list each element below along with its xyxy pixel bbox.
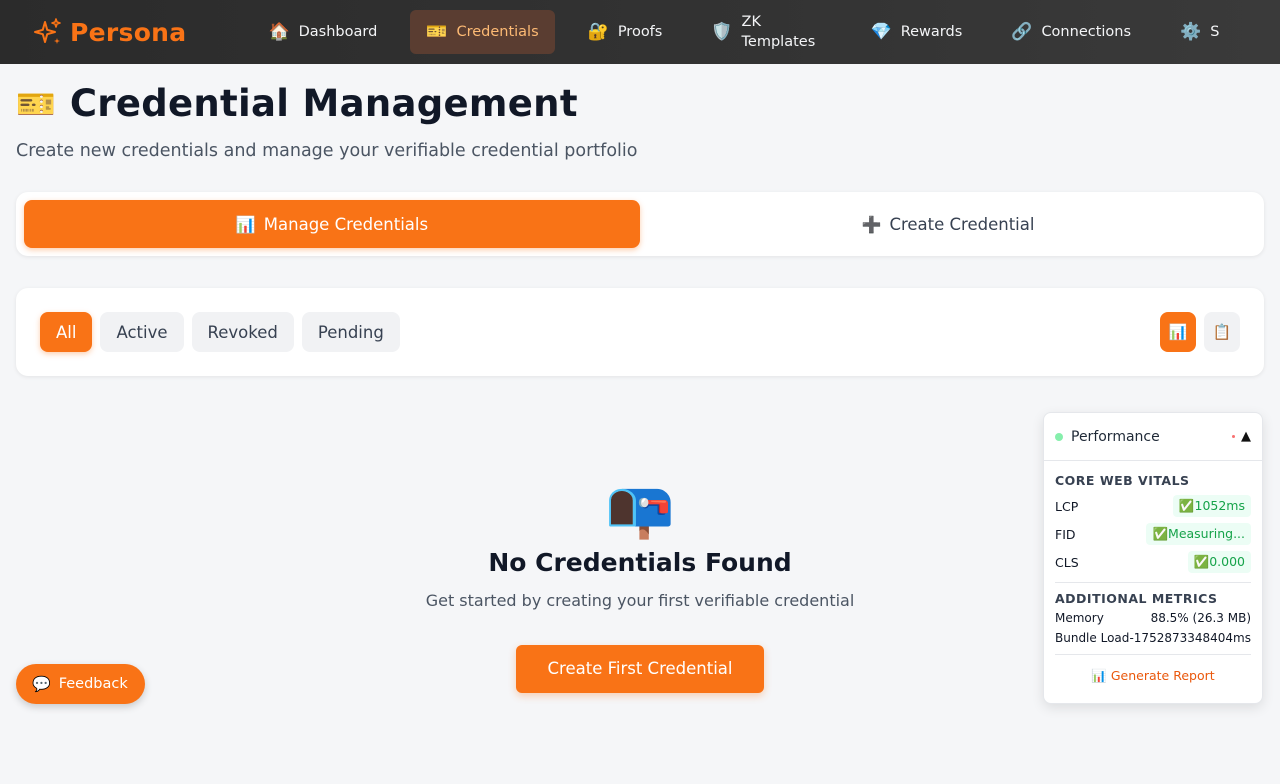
vital-label: FID [1055,526,1076,542]
home-icon: 🏠 [268,22,290,42]
tab-bar: 📊 Manage Credentials ➕ Create Credential [16,192,1264,256]
empty-state-title: No Credentials Found [488,548,792,577]
vital-label: LCP [1055,498,1079,514]
nav-zk-templates[interactable]: 🛡️ ZK Templates [695,10,837,54]
metric-label: Bundle Load [1055,631,1130,645]
divider [1055,654,1251,655]
filter-revoked[interactable]: Revoked [191,312,294,352]
vital-row-lcp: LCP ✅1052ms [1055,492,1251,520]
generate-report-button[interactable]: 📊 Generate Report [1055,668,1251,684]
vital-row-fid: FID ✅Measuring... [1055,520,1251,548]
performance-body: CORE WEB VITALS LCP ✅1052ms FID ✅Measuri… [1044,461,1262,684]
gem-icon: 💎 [870,22,892,42]
link-icon: 🔗 [1011,22,1033,42]
nav-dashboard[interactable]: 🏠 Dashboard [252,10,393,54]
additional-metrics-heading: ADDITIONAL METRICS [1055,591,1218,606]
vital-value: ✅0.000 [1187,551,1251,573]
shield-icon: 🛡️ [711,22,733,42]
metric-value: -1752873348404ms [1129,631,1251,645]
mailbox-icon: 📭 [605,477,675,542]
indicator-dot [1232,435,1235,438]
nav-label: Connections [1041,24,1132,40]
brand-name: Persona [70,17,187,47]
chart-view-button[interactable]: 📊 [1160,312,1196,352]
vital-label: CLS [1055,554,1079,570]
speech-bubble-icon: 💬 [32,675,51,693]
filter-pending[interactable]: Pending [301,312,400,352]
gear-icon: ⚙️ [1180,22,1202,42]
brand-logo[interactable]: Persona [32,16,186,48]
nav-label: Credentials [456,24,539,40]
nav-proofs[interactable]: 🔐 Proofs [572,10,679,54]
chart-icon: 📊 [235,214,256,234]
tab-manage-credentials[interactable]: 📊 Manage Credentials [24,200,640,248]
feedback-button[interactable]: 💬 Feedback [16,664,145,704]
clipboard-icon: 📋 [1212,323,1232,341]
performance-header[interactable]: Performance ▲ [1044,413,1262,461]
filter-bar: All Active Revoked Pending 📊 📋 [16,288,1264,376]
nav-rewards[interactable]: 💎 Rewards [855,10,979,54]
divider [1055,582,1251,583]
collapse-toggle-icon[interactable]: ▲ [1241,429,1251,444]
filter-active[interactable]: Active [100,312,184,352]
sparkle-icon [34,18,61,44]
lock-key-icon: 🔐 [587,22,609,42]
filter-all[interactable]: All [40,312,93,352]
performance-title: Performance [1071,428,1160,445]
list-view-button[interactable]: 📋 [1204,312,1240,352]
vital-value: ✅Measuring... [1146,523,1251,545]
tab-label: Manage Credentials [263,214,429,234]
metric-label: Memory [1055,611,1104,625]
vitals-heading: CORE WEB VITALS [1055,473,1190,488]
top-nav: Persona 🏠 Dashboard 🎫 Credentials 🔐 Proo… [0,0,1280,64]
nav-label: Proofs [617,24,663,40]
nav-settings[interactable]: ⚙️ S [1164,10,1235,54]
create-first-credential-button[interactable]: Create First Credential [515,645,765,693]
chart-icon: 📊 [1168,323,1188,341]
metric-value: 88.5% (26.3 MB) [1150,611,1251,625]
nav-connections[interactable]: 🔗 Connections [995,10,1147,54]
plus-icon: ➕ [861,214,882,234]
page-subtitle: Create new credentials and manage your v… [16,141,638,161]
empty-state-message: Get started by creating your first verif… [425,591,855,610]
page-title: 🎫 Credential Management [16,82,1264,125]
view-toggles: 📊 📋 [1152,312,1240,352]
metric-row-memory: Memory 88.5% (26.3 MB) [1055,608,1251,628]
nav-label: Dashboard [298,24,378,40]
feedback-label: Feedback [58,676,128,692]
page-header: 🎫 Credential Management Create new crede… [0,64,1280,161]
ticket-icon: 🎫 [16,84,56,123]
tab-label: Create Credential [889,214,1035,234]
nav-label: Rewards [900,24,963,40]
performance-panel: Performance ▲ CORE WEB VITALS LCP ✅1052m… [1043,412,1263,704]
nav-credentials[interactable]: 🎫 Credentials [410,10,555,54]
vital-value: ✅1052ms [1172,495,1251,517]
status-dot [1055,432,1063,441]
ticket-icon: 🎫 [426,22,448,42]
tab-create-credential[interactable]: ➕ Create Credential [640,200,1256,248]
nav-label: ZK Templates [741,14,816,50]
empty-state: 📭 No Credentials Found Get started by cr… [320,478,960,693]
page-title-text: Credential Management [69,82,578,125]
nav-label: S [1210,24,1220,40]
metric-row-bundle-load: Bundle Load -1752873348404ms [1055,628,1251,648]
vital-row-cls: CLS ✅0.000 [1055,548,1251,576]
